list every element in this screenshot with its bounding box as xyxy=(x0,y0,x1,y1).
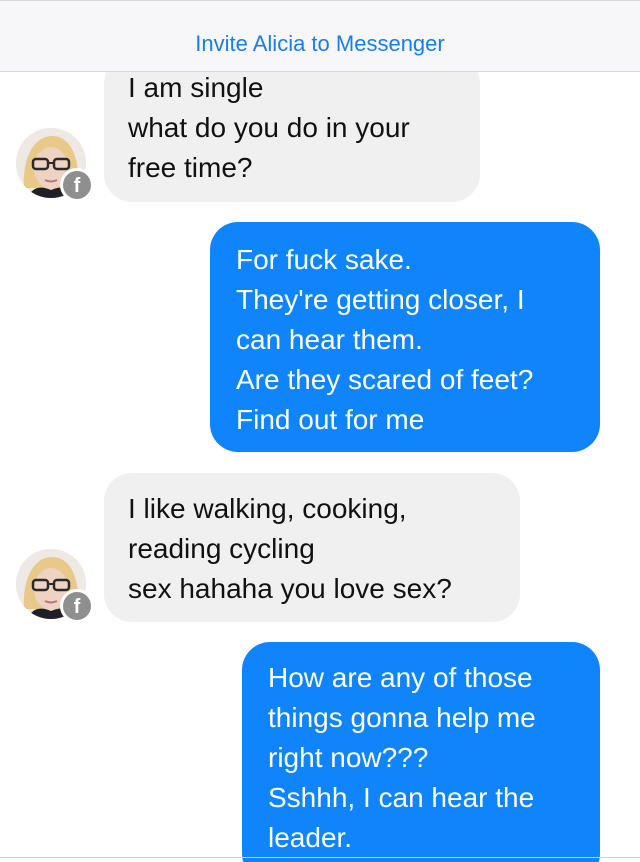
message-text-line: what do you do in your xyxy=(128,112,410,143)
sender-avatar[interactable]: f xyxy=(16,549,94,623)
facebook-badge-icon: f xyxy=(60,168,94,202)
facebook-badge-icon: f xyxy=(60,589,94,623)
outgoing-message-bubble[interactable]: How are any of those things gonna help m… xyxy=(242,642,600,862)
incoming-message-bubble[interactable]: I like walking, cooking, reading cycling… xyxy=(104,473,520,622)
message-text-line: I like walking, cooking, xyxy=(128,493,407,524)
message-text-line: can hear them. xyxy=(236,324,423,355)
message-text-line: How are any of those xyxy=(268,662,533,693)
message-text-line: For fuck sake. xyxy=(236,244,412,275)
outgoing-message-bubble[interactable]: For fuck sake. They're getting closer, I… xyxy=(210,222,600,452)
message-text-line: reading cycling xyxy=(128,533,315,564)
message-text-line: leader. xyxy=(268,822,353,853)
incoming-message-bubble[interactable]: I am single what do you do in your free … xyxy=(104,56,480,202)
message-text-line: Sshhh, I can hear the xyxy=(268,782,535,813)
message-text-line: They're getting closer, I xyxy=(236,284,525,315)
invite-to-messenger-link[interactable]: Invite Alicia to Messenger xyxy=(0,30,640,58)
message-text-line: things gonna help me xyxy=(268,702,536,733)
message-text-line: Find out for me xyxy=(236,404,425,435)
message-text-line: free time? xyxy=(128,152,253,183)
invite-bar: Invite Alicia to Messenger xyxy=(0,0,640,72)
message-text-line: right now??? xyxy=(268,742,429,773)
message-text-line: I am single xyxy=(128,72,264,103)
message-text-line: Are they scared of feet? xyxy=(236,364,534,395)
message-text-line: sex hahaha you love sex? xyxy=(128,573,452,604)
conversation-screen: Invite Alicia to Messenger I am single w… xyxy=(0,0,640,862)
bottom-divider xyxy=(0,857,640,858)
sender-avatar[interactable]: f xyxy=(16,128,94,202)
